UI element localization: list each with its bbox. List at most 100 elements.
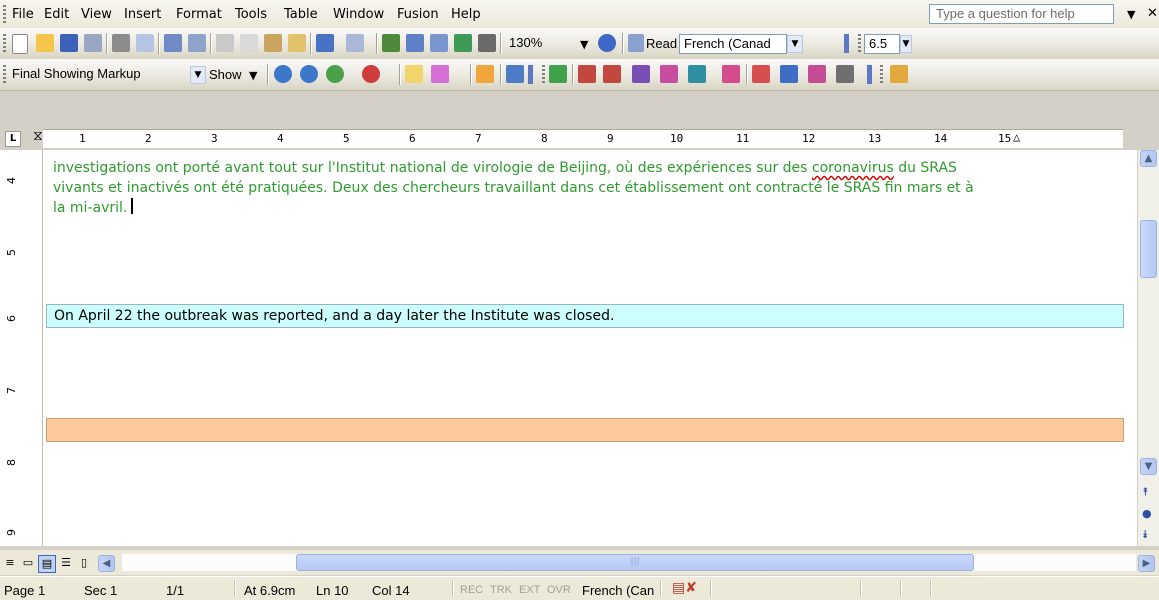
tables-borders-icon[interactable] — [406, 34, 424, 52]
print-preview-icon[interactable] — [136, 34, 154, 52]
reject-change-icon[interactable] — [362, 65, 380, 83]
next-change-icon[interactable] — [300, 65, 318, 83]
save-icon[interactable] — [60, 34, 78, 52]
insert-tag-icon[interactable] — [722, 65, 740, 83]
status-at[interactable]: At 6.9cm — [244, 583, 295, 598]
term-recognition-icon[interactable] — [752, 65, 770, 83]
set-close-next-icon[interactable] — [578, 65, 596, 83]
restore-icon[interactable] — [660, 65, 678, 83]
toolbar-options-icon[interactable] — [867, 65, 872, 84]
tab-stop-selector-icon[interactable]: L — [5, 131, 21, 147]
read-icon[interactable] — [628, 34, 644, 52]
scroll-left-icon[interactable]: ◀ — [98, 555, 115, 572]
spelling-icon[interactable] — [164, 34, 182, 52]
reviewing-pane-icon[interactable] — [506, 65, 524, 83]
fields-icon[interactable] — [836, 65, 854, 83]
font-size-combo[interactable]: 6.5 — [864, 34, 900, 54]
insert-excel-icon[interactable] — [454, 34, 472, 52]
menu-fusion[interactable]: Fusion — [397, 7, 439, 22]
copy-source-icon[interactable] — [632, 65, 650, 83]
next-page-icon[interactable]: ⯯ — [1142, 528, 1149, 542]
menu-format[interactable]: Format — [176, 7, 222, 22]
status-line[interactable]: Ln 10 — [316, 583, 349, 598]
status-column[interactable]: Col 14 — [372, 583, 410, 598]
menu-help[interactable]: Help — [451, 7, 481, 22]
scroll-up-icon[interactable]: ▲ — [1140, 150, 1157, 167]
redo-icon[interactable] — [346, 34, 364, 52]
track-changes-icon[interactable] — [476, 65, 494, 83]
reading-layout-icon[interactable]: ▯ — [76, 555, 92, 571]
highlight-icon[interactable] — [431, 65, 449, 83]
undo-icon[interactable] — [316, 34, 334, 52]
toolbar-options-icon[interactable] — [528, 65, 533, 84]
toolbar-grip[interactable] — [880, 65, 883, 84]
previous-page-icon[interactable]: ⯭ — [1142, 485, 1149, 499]
copy-icon[interactable] — [240, 34, 258, 52]
question-help-input[interactable]: Type a question for help — [929, 4, 1114, 24]
print-icon[interactable] — [112, 34, 130, 52]
left-indent-marker-icon[interactable]: ⧖ — [33, 128, 43, 144]
empty-target-segment[interactable] — [46, 418, 1124, 442]
open-get-next-icon[interactable] — [549, 65, 567, 83]
menu-insert[interactable]: Insert — [124, 7, 161, 22]
accept-change-icon[interactable] — [326, 65, 344, 83]
menu-view[interactable]: View — [81, 7, 112, 22]
status-ovr[interactable]: OVR — [547, 584, 571, 596]
menu-window[interactable]: Window — [333, 7, 384, 22]
previous-change-icon[interactable] — [274, 65, 292, 83]
close-document-icon[interactable]: ✕ — [1147, 6, 1158, 21]
menu-grip[interactable] — [3, 5, 6, 24]
insert-table-icon[interactable] — [430, 34, 448, 52]
select-browse-object-icon[interactable]: ● — [1142, 507, 1152, 520]
misspelled-word[interactable]: coronavirus — [812, 160, 894, 176]
document-page[interactable]: investigations ont porté avant tout sur … — [43, 150, 1137, 546]
scroll-down-icon[interactable]: ▼ — [1140, 458, 1157, 475]
cut-icon[interactable] — [216, 34, 234, 52]
columns-icon[interactable] — [478, 34, 496, 52]
format-painter-icon[interactable] — [288, 34, 306, 52]
pencil-icon[interactable] — [890, 65, 908, 83]
toolbar-options-icon[interactable] — [844, 34, 849, 53]
language-combo[interactable]: French (Canad — [679, 34, 787, 54]
research-icon[interactable] — [188, 34, 206, 52]
menu-file[interactable]: File — [12, 7, 34, 22]
toolbar-grip[interactable] — [858, 34, 861, 53]
right-indent-marker-icon[interactable]: △ — [1013, 130, 1020, 144]
help-icon[interactable] — [598, 34, 616, 52]
new-document-icon[interactable] — [12, 34, 28, 54]
status-section[interactable]: Sec 1 — [84, 583, 117, 598]
status-page[interactable]: Page 1 — [4, 583, 45, 598]
concordance-icon[interactable] — [688, 65, 706, 83]
question-dropdown-icon[interactable]: ▼ — [1127, 8, 1135, 21]
open-folder-icon[interactable] — [36, 34, 54, 52]
font-size-dropdown-icon[interactable]: ▼ — [900, 35, 912, 53]
paste-icon[interactable] — [264, 34, 282, 52]
web-layout-view-icon[interactable]: ▭ — [20, 555, 36, 571]
zoom-dropdown-icon[interactable]: ▼ — [580, 38, 588, 51]
show-dropdown-icon[interactable]: ▼ — [249, 69, 257, 82]
toolbar-grip[interactable] — [542, 65, 545, 84]
status-rec[interactable]: REC — [460, 584, 483, 596]
search-icon[interactable] — [780, 65, 798, 83]
horizontal-scrollbar[interactable]: ||| — [122, 554, 1136, 571]
display-dropdown-icon[interactable]: ▼ — [190, 66, 206, 84]
toolbar-grip[interactable] — [3, 34, 6, 53]
vertical-scrollbar[interactable]: ▲ ▼ ⯭ ● ⯯ — [1138, 150, 1159, 546]
permission-icon[interactable] — [84, 34, 102, 52]
print-layout-view-icon[interactable]: ▤ — [38, 555, 56, 573]
menu-tools[interactable]: Tools — [235, 7, 267, 22]
source-text-paragraph[interactable]: investigations ont porté avant tout sur … — [53, 158, 1133, 218]
show-menu-button[interactable]: Show — [209, 67, 242, 82]
read-button[interactable]: Read — [646, 36, 677, 51]
status-page-count[interactable]: 1/1 — [166, 583, 184, 598]
zoom-combo[interactable]: 130% — [505, 34, 587, 54]
vertical-ruler[interactable]: 4 5 6 7 8 9 — [0, 150, 43, 546]
horizontal-scroll-thumb[interactable]: ||| — [296, 554, 974, 571]
display-for-review-combo[interactable]: Final Showing Markup — [8, 65, 188, 85]
toolbar-grip[interactable] — [3, 65, 6, 84]
scroll-right-icon[interactable]: ▶ — [1138, 555, 1155, 572]
settings-icon[interactable] — [808, 65, 826, 83]
normal-view-icon[interactable]: ≡ — [2, 555, 18, 571]
menu-table[interactable]: Table — [284, 7, 318, 22]
status-ext[interactable]: EXT — [519, 584, 540, 596]
